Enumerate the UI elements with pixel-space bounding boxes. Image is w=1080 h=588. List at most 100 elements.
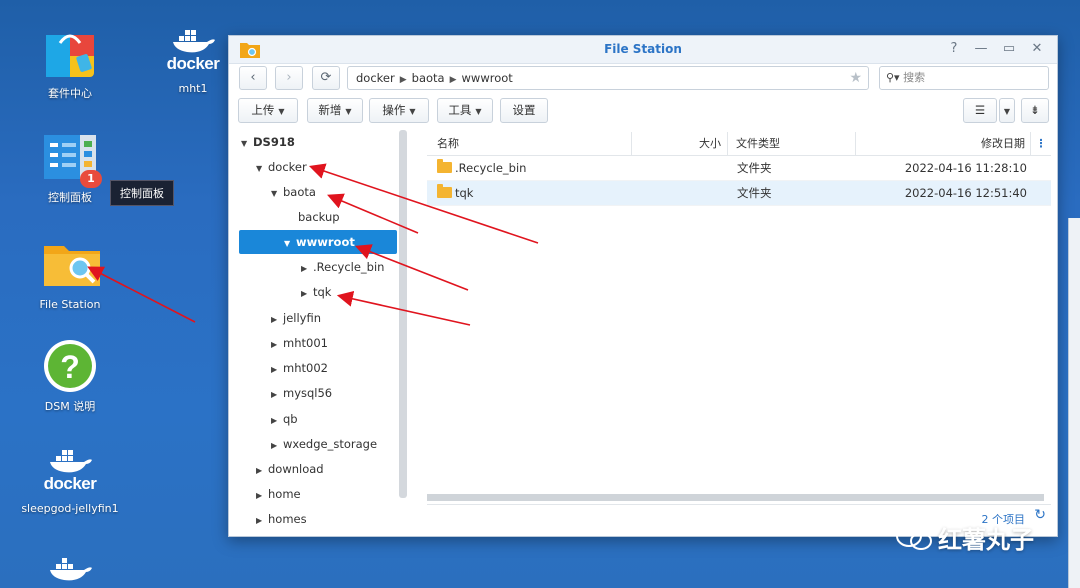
expanded-arrow-icon[interactable]: ▼	[271, 182, 283, 206]
tree-node-docker[interactable]: ▼ docker	[256, 155, 307, 179]
package-center-icon	[42, 25, 98, 81]
expanded-arrow-icon[interactable]: ▼	[284, 232, 296, 256]
collapsed-arrow-icon[interactable]: ▶	[256, 459, 268, 483]
tree-node-label: wwwroot	[296, 235, 355, 249]
navigation-bar: ‹ › ⟳ docker ▶ baota ▶ wwwroot ★ ⚲▾ 搜索	[237, 66, 1049, 92]
tree-node-wxedge-storage[interactable]: ▶ wxedge_storage	[271, 432, 377, 456]
tree-scrollbar[interactable]	[399, 130, 407, 498]
folder-icon	[437, 159, 452, 173]
tree-node-baota[interactable]: ▼ baota	[271, 180, 316, 204]
watermark-text: 红薯丸子	[938, 526, 1034, 554]
tree-node-label: mysql56	[283, 386, 333, 400]
file-list-scrollbar[interactable]	[427, 494, 1044, 501]
search-input[interactable]: ⚲▾ 搜索	[879, 66, 1049, 90]
docker-icon: docker	[165, 28, 221, 78]
help-button[interactable]: ?	[945, 41, 963, 56]
tree-node-label: mht002	[283, 361, 328, 375]
column-options-icon[interactable]: ⋮	[1031, 132, 1051, 156]
favorite-star-icon[interactable]: ★	[849, 67, 862, 89]
collapsed-arrow-icon[interactable]: ▶	[271, 358, 283, 382]
collapsed-arrow-icon[interactable]: ▶	[271, 409, 283, 433]
refresh-icon: ⟳	[320, 70, 332, 85]
tree-node-download[interactable]: ▶ download	[256, 457, 324, 481]
tree-node-home[interactable]: ▶ home	[256, 482, 301, 506]
desktop-icon-package-center[interactable]: 套件中心	[20, 25, 120, 101]
path-segment[interactable]: wwwroot	[462, 71, 513, 85]
tree-node-recycle-bin[interactable]: ▶ .Recycle_bin	[301, 255, 384, 279]
tree-node-label: docker	[268, 160, 307, 174]
collapsed-arrow-icon[interactable]: ▶	[271, 434, 283, 458]
maximize-button[interactable]: ▭	[1000, 41, 1018, 56]
action-button[interactable]: 操作 ▼	[369, 98, 429, 123]
view-dropdown-button[interactable]: ▼	[999, 98, 1015, 123]
settings-label: 设置	[512, 103, 536, 117]
tools-label: 工具	[448, 103, 472, 117]
refresh-button[interactable]: ⟳	[312, 66, 340, 90]
tree-node-tqk[interactable]: ▶ tqk	[301, 280, 331, 304]
create-button[interactable]: 新增 ▼	[307, 98, 363, 123]
path-bar[interactable]: docker ▶ baota ▶ wwwroot ★	[347, 66, 869, 90]
svg-text:?: ?	[60, 349, 80, 385]
desktop-icon-partial[interactable]	[20, 550, 120, 588]
sort-button[interactable]: ⇟	[1021, 98, 1049, 123]
table-row[interactable]: tqk 文件夹 2022-04-16 12:51:40	[427, 181, 1051, 206]
view-list-button[interactable]: ☰	[963, 98, 997, 123]
tree-node-ds918[interactable]: ▼ DS918	[241, 130, 295, 154]
chevron-right-icon: ▶	[449, 75, 457, 85]
desktop-icon-control-panel[interactable]: 控制面板	[20, 133, 120, 205]
desktop-icon-sleepgod-jellyfin1[interactable]: docker sleepgod-jellyfin1	[20, 448, 120, 515]
tree-node-wwwroot[interactable]: ▼ wwwroot	[239, 230, 397, 254]
path-segment[interactable]: baota	[412, 71, 445, 85]
chevron-right-icon: ▶	[399, 75, 407, 85]
path-segment[interactable]: docker	[356, 71, 395, 85]
tree-node-mht001[interactable]: ▶ mht001	[271, 331, 328, 355]
file-name-cell: tqk	[437, 181, 473, 206]
upload-button[interactable]: 上传 ▼	[238, 98, 298, 123]
minimize-button[interactable]: —	[972, 41, 990, 56]
background-window-edge	[1068, 218, 1080, 588]
tree-node-mysql56[interactable]: ▶ mysql56	[271, 381, 332, 405]
collapsed-arrow-icon[interactable]: ▶	[271, 333, 283, 357]
column-header-type[interactable]: 文件类型	[728, 132, 856, 156]
tree-node-homes[interactable]: ▶ homes	[256, 507, 307, 531]
table-row[interactable]: .Recycle_bin 文件夹 2022-04-16 11:28:10	[427, 156, 1051, 181]
expanded-arrow-icon[interactable]: ▼	[241, 132, 253, 156]
back-button[interactable]: ‹	[239, 66, 267, 90]
collapsed-arrow-icon[interactable]: ▶	[301, 257, 313, 281]
tree-node-label: home	[268, 487, 301, 501]
collapsed-arrow-icon[interactable]: ▶	[271, 308, 283, 332]
window-titlebar[interactable]: File Station ? — ▭ ✕	[229, 36, 1057, 64]
desktop-icon-label: DSM 说明	[44, 400, 96, 413]
expanded-arrow-icon[interactable]: ▼	[256, 157, 268, 181]
search-placeholder: 搜索	[903, 71, 926, 84]
column-header-modified[interactable]: 修改日期	[856, 132, 1031, 156]
tree-node-qb[interactable]: ▶ qb	[271, 407, 298, 431]
column-header-name[interactable]: 名称	[427, 132, 632, 156]
desktop-icon-file-station[interactable]: File Station	[20, 238, 120, 311]
tree-node-backup[interactable]: backup	[286, 205, 340, 229]
refresh-icon[interactable]: ↻	[1034, 507, 1046, 523]
collapsed-arrow-icon[interactable]: ▶	[256, 484, 268, 508]
caret-down-icon: ▼	[1003, 107, 1011, 116]
file-modified: 2022-04-16 11:28:10	[904, 161, 1027, 175]
tree-node-label: baota	[283, 185, 316, 199]
forward-button[interactable]: ›	[275, 66, 303, 90]
docker-icon: docker	[42, 448, 98, 498]
file-station-icon	[42, 238, 100, 294]
close-button[interactable]: ✕	[1028, 41, 1046, 56]
tree-node-label: mht001	[283, 336, 328, 350]
tree-node-jellyfin[interactable]: ▶ jellyfin	[271, 306, 321, 330]
tree-node-mht002[interactable]: ▶ mht002	[271, 356, 328, 380]
collapsed-arrow-icon[interactable]: ▶	[256, 509, 268, 533]
collapsed-arrow-icon[interactable]: ▶	[301, 282, 313, 306]
tools-button[interactable]: 工具 ▼	[437, 98, 493, 123]
chevron-right-icon: ›	[286, 70, 292, 85]
column-header-size[interactable]: 大小	[632, 132, 728, 156]
caret-down-icon: ▼	[345, 107, 352, 116]
file-station-window: File Station ? — ▭ ✕ ‹ › ⟳ docker ▶ baota ▶…	[228, 35, 1058, 537]
tree-node-label: jellyfin	[283, 311, 321, 325]
upload-label: 上传	[251, 103, 275, 117]
desktop-icon-dsm-help[interactable]: ? DSM 说明	[20, 338, 120, 414]
collapsed-arrow-icon[interactable]: ▶	[271, 383, 283, 407]
settings-button[interactable]: 设置	[500, 98, 548, 123]
